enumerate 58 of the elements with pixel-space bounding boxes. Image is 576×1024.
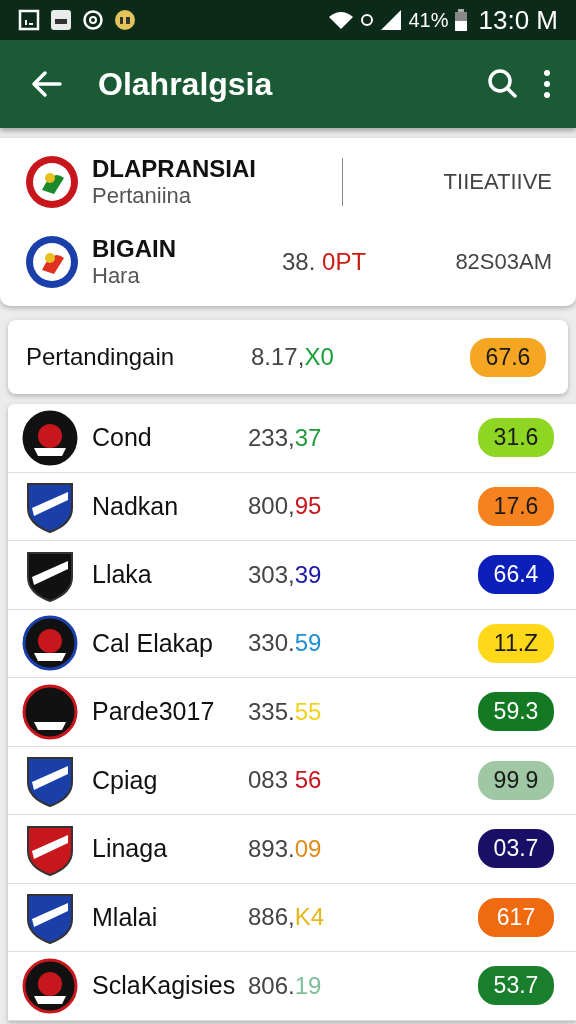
- battery-icon: [454, 9, 467, 31]
- team-row[interactable]: Cond 233,37 31.6: [8, 404, 576, 473]
- rating-badge: 59.3: [478, 692, 554, 732]
- summary-label: Pertandingain: [26, 343, 176, 371]
- team-name: Parde3017: [92, 697, 216, 727]
- team-name: Cal Elakap: [92, 628, 214, 658]
- score: 233,37: [248, 423, 323, 452]
- team-row[interactable]: Nadkan 800,95 17.6: [8, 472, 576, 541]
- rating-badge: 03.7: [478, 829, 554, 869]
- team-row[interactable]: Cal Elakap 330.59 11.Z: [8, 609, 576, 678]
- wifi-icon: [328, 10, 355, 30]
- team-row[interactable]: Cpiag 083 56 99 9: [8, 746, 576, 815]
- rating-badge: 53.7: [478, 966, 554, 1006]
- team-row[interactable]: Parde3017 335.55 59.3: [8, 678, 576, 747]
- app-title: Olahralgsia: [98, 65, 274, 103]
- score: 083 56: [248, 766, 323, 795]
- score: 886,K4: [248, 903, 326, 932]
- team-name: DLAPRANSIAI: [92, 155, 257, 183]
- rating-badge: 67.6: [470, 337, 546, 377]
- crest-icon: [24, 154, 80, 210]
- signal-icon: [380, 9, 403, 31]
- score: 893.09: [248, 834, 323, 863]
- team-subtitle: Pertaniina: [92, 183, 193, 209]
- score: 335.55: [248, 697, 323, 726]
- rating-badge: 99 9: [478, 760, 554, 800]
- rating-badge: 17.6: [478, 486, 554, 526]
- score: 806.19: [248, 971, 323, 1000]
- chart-icon: [18, 9, 40, 31]
- team-name: Llaka: [92, 560, 153, 590]
- crest-icon: [24, 234, 80, 290]
- score: 330.59: [248, 629, 323, 658]
- score: 8.17,X0: [251, 343, 335, 371]
- team-name: Cpiag: [92, 765, 159, 795]
- rating-badge: 11.Z: [478, 623, 554, 663]
- team-name: Mlalai: [92, 902, 159, 932]
- more-icon: [542, 69, 552, 99]
- team-row[interactable]: Mlalai 886,K4 617: [8, 883, 576, 952]
- back-arrow-icon: [30, 70, 62, 98]
- rating-badge: 31.6: [478, 418, 554, 458]
- team-name: Cond: [92, 423, 153, 453]
- battery-percent: 41%: [408, 8, 449, 32]
- team-subtitle: Hara: [92, 263, 141, 289]
- team-name: BIGAIN: [92, 235, 177, 263]
- score: 303,39: [248, 560, 323, 589]
- team-name: Nadkan: [92, 491, 180, 521]
- match-info: 82S03AM: [455, 249, 552, 275]
- search-icon: [486, 67, 520, 101]
- team-row[interactable]: SclaKagisies 806.19 53.7: [8, 952, 576, 1021]
- score: 38. 0PT: [282, 248, 367, 276]
- team-name: Linaga: [92, 834, 169, 864]
- rating-badge: 66.4: [478, 555, 554, 595]
- team-row[interactable]: Linaga 893.09 03.7: [8, 815, 576, 884]
- team-row[interactable]: Llaka 303,39 66.4: [8, 541, 576, 610]
- status-time: 13:0 M: [478, 4, 558, 36]
- match-info: TIIEATIIVE: [443, 169, 552, 195]
- team-name: SclaKagisies: [92, 971, 237, 1001]
- score: 800,95: [248, 492, 323, 521]
- rating-badge: 617: [478, 897, 554, 937]
